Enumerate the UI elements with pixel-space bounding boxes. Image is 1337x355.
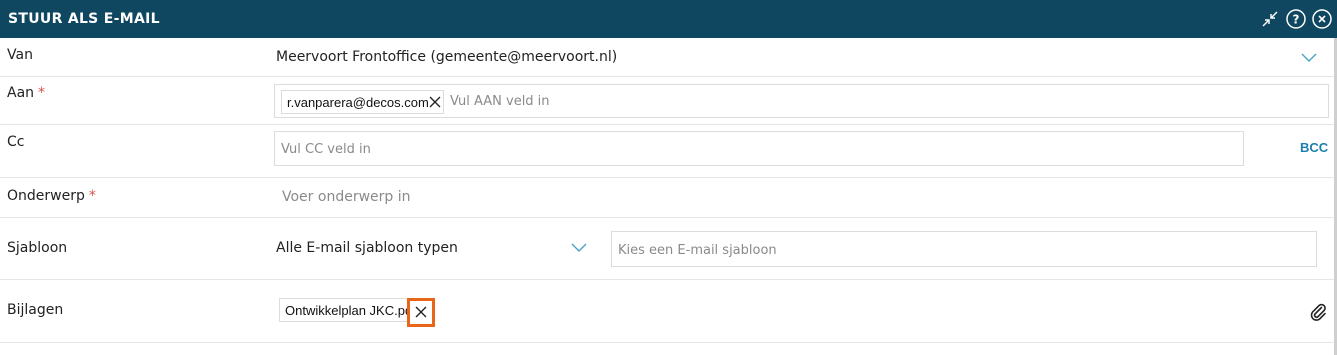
help-icon[interactable]: ? xyxy=(1286,9,1306,29)
row-aan: Aan * r.vanparera@decos.com Vul AAN veld … xyxy=(0,77,1334,125)
remove-attachment-button[interactable] xyxy=(407,298,435,327)
row-sjabloon: Sjabloon Alle E-mail sjabloon typen Kies… xyxy=(0,218,1334,280)
row-bijlagen: Bijlagen Ontwikkelplan JKC.pdf xyxy=(0,280,1334,343)
chevron-down-icon[interactable] xyxy=(1301,53,1317,63)
recipient-chip-label: r.vanparera@decos.com xyxy=(287,95,429,110)
sjabloon-type-select-value[interactable]: Alle E-mail sjabloon typen xyxy=(276,240,458,256)
dialog-title: STUUR ALS E-MAIL xyxy=(8,11,160,27)
row-onderwerp: Onderwerp * Voer onderwerp in xyxy=(0,178,1334,218)
required-mark: * xyxy=(38,85,46,101)
required-mark: * xyxy=(88,188,96,204)
attachment-chip-label: Ontwikkelplan JKC.pdf xyxy=(285,303,409,318)
svg-text:?: ? xyxy=(1293,13,1300,27)
onderwerp-label: Onderwerp * xyxy=(7,188,96,204)
recipient-chip: r.vanparera@decos.com xyxy=(281,90,444,114)
remove-attachment-icon xyxy=(415,306,427,318)
bijlagen-label: Bijlagen xyxy=(7,302,64,318)
row-van: Van Meervoort Frontoffice (gemeente@meer… xyxy=(0,38,1334,77)
cc-placeholder: Vul CC veld in xyxy=(281,142,371,157)
attachment-chip: Ontwikkelplan JKC.pdf xyxy=(279,298,409,322)
remove-recipient-icon[interactable] xyxy=(428,95,442,109)
onderwerp-input[interactable]: Voer onderwerp in xyxy=(282,189,411,205)
dialog-titlebar: STUUR ALS E-MAIL ? xyxy=(0,0,1337,38)
row-cc: Cc Vul CC veld in BCC xyxy=(0,125,1334,178)
chevron-down-icon[interactable] xyxy=(571,243,587,253)
cc-input[interactable]: Vul CC veld in xyxy=(274,131,1244,166)
sjabloon-label: Sjabloon xyxy=(7,240,68,256)
aan-label: Aan * xyxy=(7,85,46,101)
van-select-value[interactable]: Meervoort Frontoffice (gemeente@meervoor… xyxy=(276,49,617,65)
close-icon[interactable] xyxy=(1312,9,1332,29)
aan-input[interactable]: r.vanparera@decos.com Vul AAN veld in xyxy=(274,84,1329,118)
cc-label: Cc xyxy=(7,134,25,150)
bcc-link[interactable]: BCC xyxy=(1300,140,1328,155)
collapse-icon[interactable] xyxy=(1260,9,1280,29)
sjabloon-input[interactable]: Kies een E-mail sjabloon xyxy=(611,231,1317,267)
van-label: Van xyxy=(7,47,33,63)
aan-placeholder: Vul AAN veld in xyxy=(450,94,550,109)
sjabloon-placeholder: Kies een E-mail sjabloon xyxy=(618,243,777,258)
paperclip-icon[interactable] xyxy=(1309,302,1327,322)
